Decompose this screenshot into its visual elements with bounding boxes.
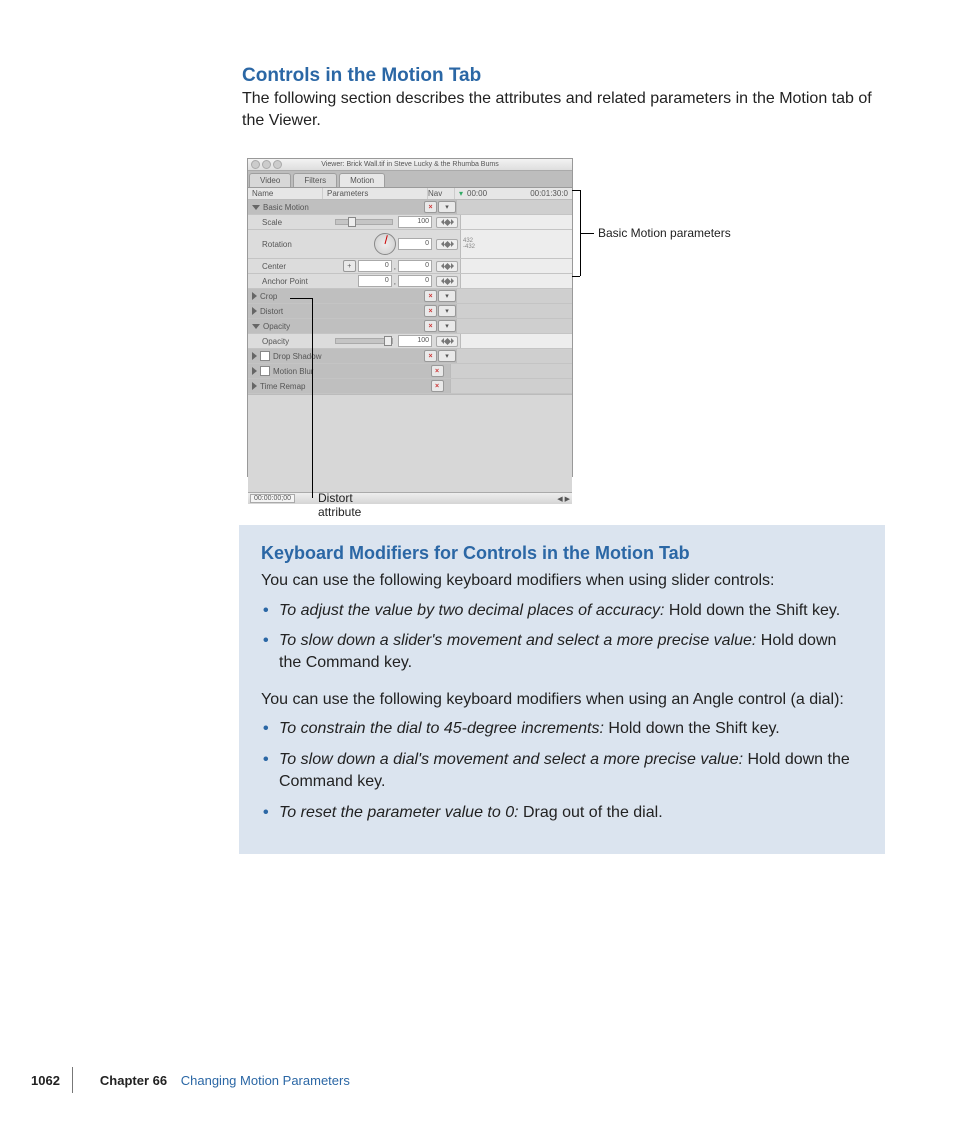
- list-item-em: To slow down a dial's movement and selec…: [279, 751, 743, 768]
- keyframe-menu-button[interactable]: ▾: [438, 320, 456, 332]
- traffic-light-icons: [251, 160, 282, 169]
- keyboard-intro-sliders: You can use the following keyboard modif…: [261, 570, 863, 592]
- list-item: To constrain the dial to 45-degree incre…: [275, 718, 863, 740]
- current-timecode[interactable]: 00:00:00;00: [250, 494, 295, 503]
- col-parameters: Parameters: [323, 188, 428, 199]
- callout-basic-motion: Basic Motion parameters: [572, 190, 772, 280]
- comma: ,: [394, 277, 396, 286]
- section-heading-keyboard: Keyboard Modifiers for Controls in the M…: [261, 543, 863, 564]
- crosshair-icon[interactable]: +: [343, 260, 356, 272]
- disclosure-right-icon[interactable]: [252, 352, 257, 360]
- label-center: Center: [262, 262, 286, 271]
- drop-shadow-checkbox[interactable]: [260, 351, 270, 361]
- col-nav: Nav: [428, 188, 455, 199]
- window-title: Viewer: Brick Wall.tif in Steve Lucky & …: [321, 161, 498, 168]
- disclosure-down-icon[interactable]: [252, 324, 260, 329]
- column-header-row: Name Parameters Nav ▾ 00:00 00:01:30:0: [248, 188, 572, 200]
- list-item-em: To slow down a slider's movement and sel…: [279, 632, 756, 649]
- reset-button[interactable]: ×: [431, 365, 444, 377]
- rotation-track-min: -432: [463, 244, 572, 250]
- scale-slider[interactable]: [335, 219, 393, 225]
- viewer-tabs: Video Filters Motion: [248, 171, 572, 188]
- label-rotation: Rotation: [262, 240, 292, 249]
- reset-button[interactable]: ×: [424, 201, 437, 213]
- col-timeline: ▾ 00:00 00:01:30:0: [455, 188, 572, 199]
- disclosure-right-icon[interactable]: [252, 292, 257, 300]
- keyframe-menu-button[interactable]: ▾: [438, 350, 456, 362]
- anchor-y[interactable]: 0: [398, 275, 432, 287]
- center-y[interactable]: 0: [398, 260, 432, 272]
- rotation-value[interactable]: 0: [398, 238, 432, 250]
- tab-motion[interactable]: Motion: [339, 173, 385, 187]
- list-item: To adjust the value by two decimal place…: [275, 600, 863, 622]
- intro-paragraph: The following section describes the attr…: [242, 88, 882, 131]
- timecode-in: 00:00: [467, 188, 487, 199]
- label-opacity: Opacity: [262, 337, 289, 346]
- list-item-rest: Drag out of the dial.: [519, 804, 663, 821]
- keyframe-menu-button[interactable]: ▾: [438, 201, 456, 213]
- list-item-rest: Hold down the Shift key.: [604, 720, 780, 737]
- keyframe-control[interactable]: [436, 239, 458, 250]
- reset-button[interactable]: ×: [424, 290, 437, 302]
- page-number: 1062: [31, 1073, 60, 1088]
- row-scale: Scale 100: [248, 215, 572, 230]
- comma: ,: [394, 262, 396, 271]
- label-anchor-point: Anchor Point: [262, 277, 308, 286]
- group-basic-motion[interactable]: Basic Motion ×▾: [248, 200, 572, 215]
- keyframe-menu-button[interactable]: ▾: [438, 290, 456, 302]
- rotation-dial[interactable]: [374, 233, 396, 255]
- label-opacity-group: Opacity: [263, 322, 290, 331]
- disclosure-right-icon[interactable]: [252, 307, 257, 315]
- list-item: To slow down a dial's movement and selec…: [275, 749, 863, 794]
- tab-filters[interactable]: Filters: [293, 173, 337, 187]
- reset-button[interactable]: ×: [424, 320, 437, 332]
- label-crop: Crop: [260, 292, 277, 301]
- window-titlebar: Viewer: Brick Wall.tif in Steve Lucky & …: [248, 159, 572, 171]
- row-center: Center +0,0: [248, 259, 572, 274]
- playhead-icon: ▾: [459, 188, 463, 199]
- reset-button[interactable]: ×: [424, 350, 437, 362]
- list-item: To slow down a slider's movement and sel…: [275, 630, 863, 675]
- keyframe-menu-button[interactable]: ▾: [438, 305, 456, 317]
- row-rotation: Rotation 0 432 -432: [248, 230, 572, 259]
- keyboard-intro-dial: You can use the following keyboard modif…: [261, 689, 863, 711]
- reset-button[interactable]: ×: [424, 305, 437, 317]
- scale-value[interactable]: 100: [398, 216, 432, 228]
- tab-video[interactable]: Video: [249, 173, 291, 187]
- chapter-label: Chapter 66: [100, 1073, 167, 1088]
- label-basic-motion: Basic Motion: [263, 203, 309, 212]
- center-x[interactable]: 0: [358, 260, 392, 272]
- disclosure-right-icon[interactable]: [252, 367, 257, 375]
- reset-button[interactable]: ×: [431, 380, 444, 392]
- keyframe-control[interactable]: [436, 276, 458, 287]
- col-name: Name: [248, 188, 323, 199]
- callout-distort-label: Distort attribute: [318, 491, 390, 519]
- row-anchor-point: Anchor Point 0,0: [248, 274, 572, 289]
- slider-modifier-list: To adjust the value by two decimal place…: [261, 600, 863, 675]
- list-item-em: To constrain the dial to 45-degree incre…: [279, 720, 604, 737]
- motion-blur-checkbox[interactable]: [260, 366, 270, 376]
- opacity-value[interactable]: 100: [398, 335, 432, 347]
- disclosure-down-icon[interactable]: [252, 205, 260, 210]
- scroll-controls-icon[interactable]: ◀ ▶: [557, 495, 570, 503]
- keyframe-control[interactable]: [436, 336, 458, 347]
- keyframe-control[interactable]: [436, 217, 458, 228]
- list-item-em: To reset the parameter value to 0:: [279, 804, 519, 821]
- dial-modifier-list: To constrain the dial to 45-degree incre…: [261, 718, 863, 824]
- label-scale: Scale: [262, 218, 282, 227]
- keyframe-control[interactable]: [436, 261, 458, 272]
- list-item: To reset the parameter value to 0: Drag …: [275, 802, 863, 824]
- callout-distort: Distort attribute: [290, 298, 390, 508]
- timecode-out: 00:01:30:0: [530, 188, 568, 199]
- callout-basic-motion-label: Basic Motion parameters: [598, 226, 731, 240]
- list-item-rest: Hold down the Shift key.: [664, 602, 840, 619]
- page-footer: 1062 Chapter 66 Changing Motion Paramete…: [72, 1067, 350, 1093]
- keyboard-modifiers-panel: Keyboard Modifiers for Controls in the M…: [239, 525, 885, 854]
- chapter-name: Changing Motion Parameters: [181, 1073, 350, 1088]
- disclosure-right-icon[interactable]: [252, 382, 257, 390]
- list-item-em: To adjust the value by two decimal place…: [279, 602, 664, 619]
- section-heading-controls: Controls in the Motion Tab: [242, 65, 481, 87]
- label-distort: Distort: [260, 307, 283, 316]
- anchor-x[interactable]: 0: [358, 275, 392, 287]
